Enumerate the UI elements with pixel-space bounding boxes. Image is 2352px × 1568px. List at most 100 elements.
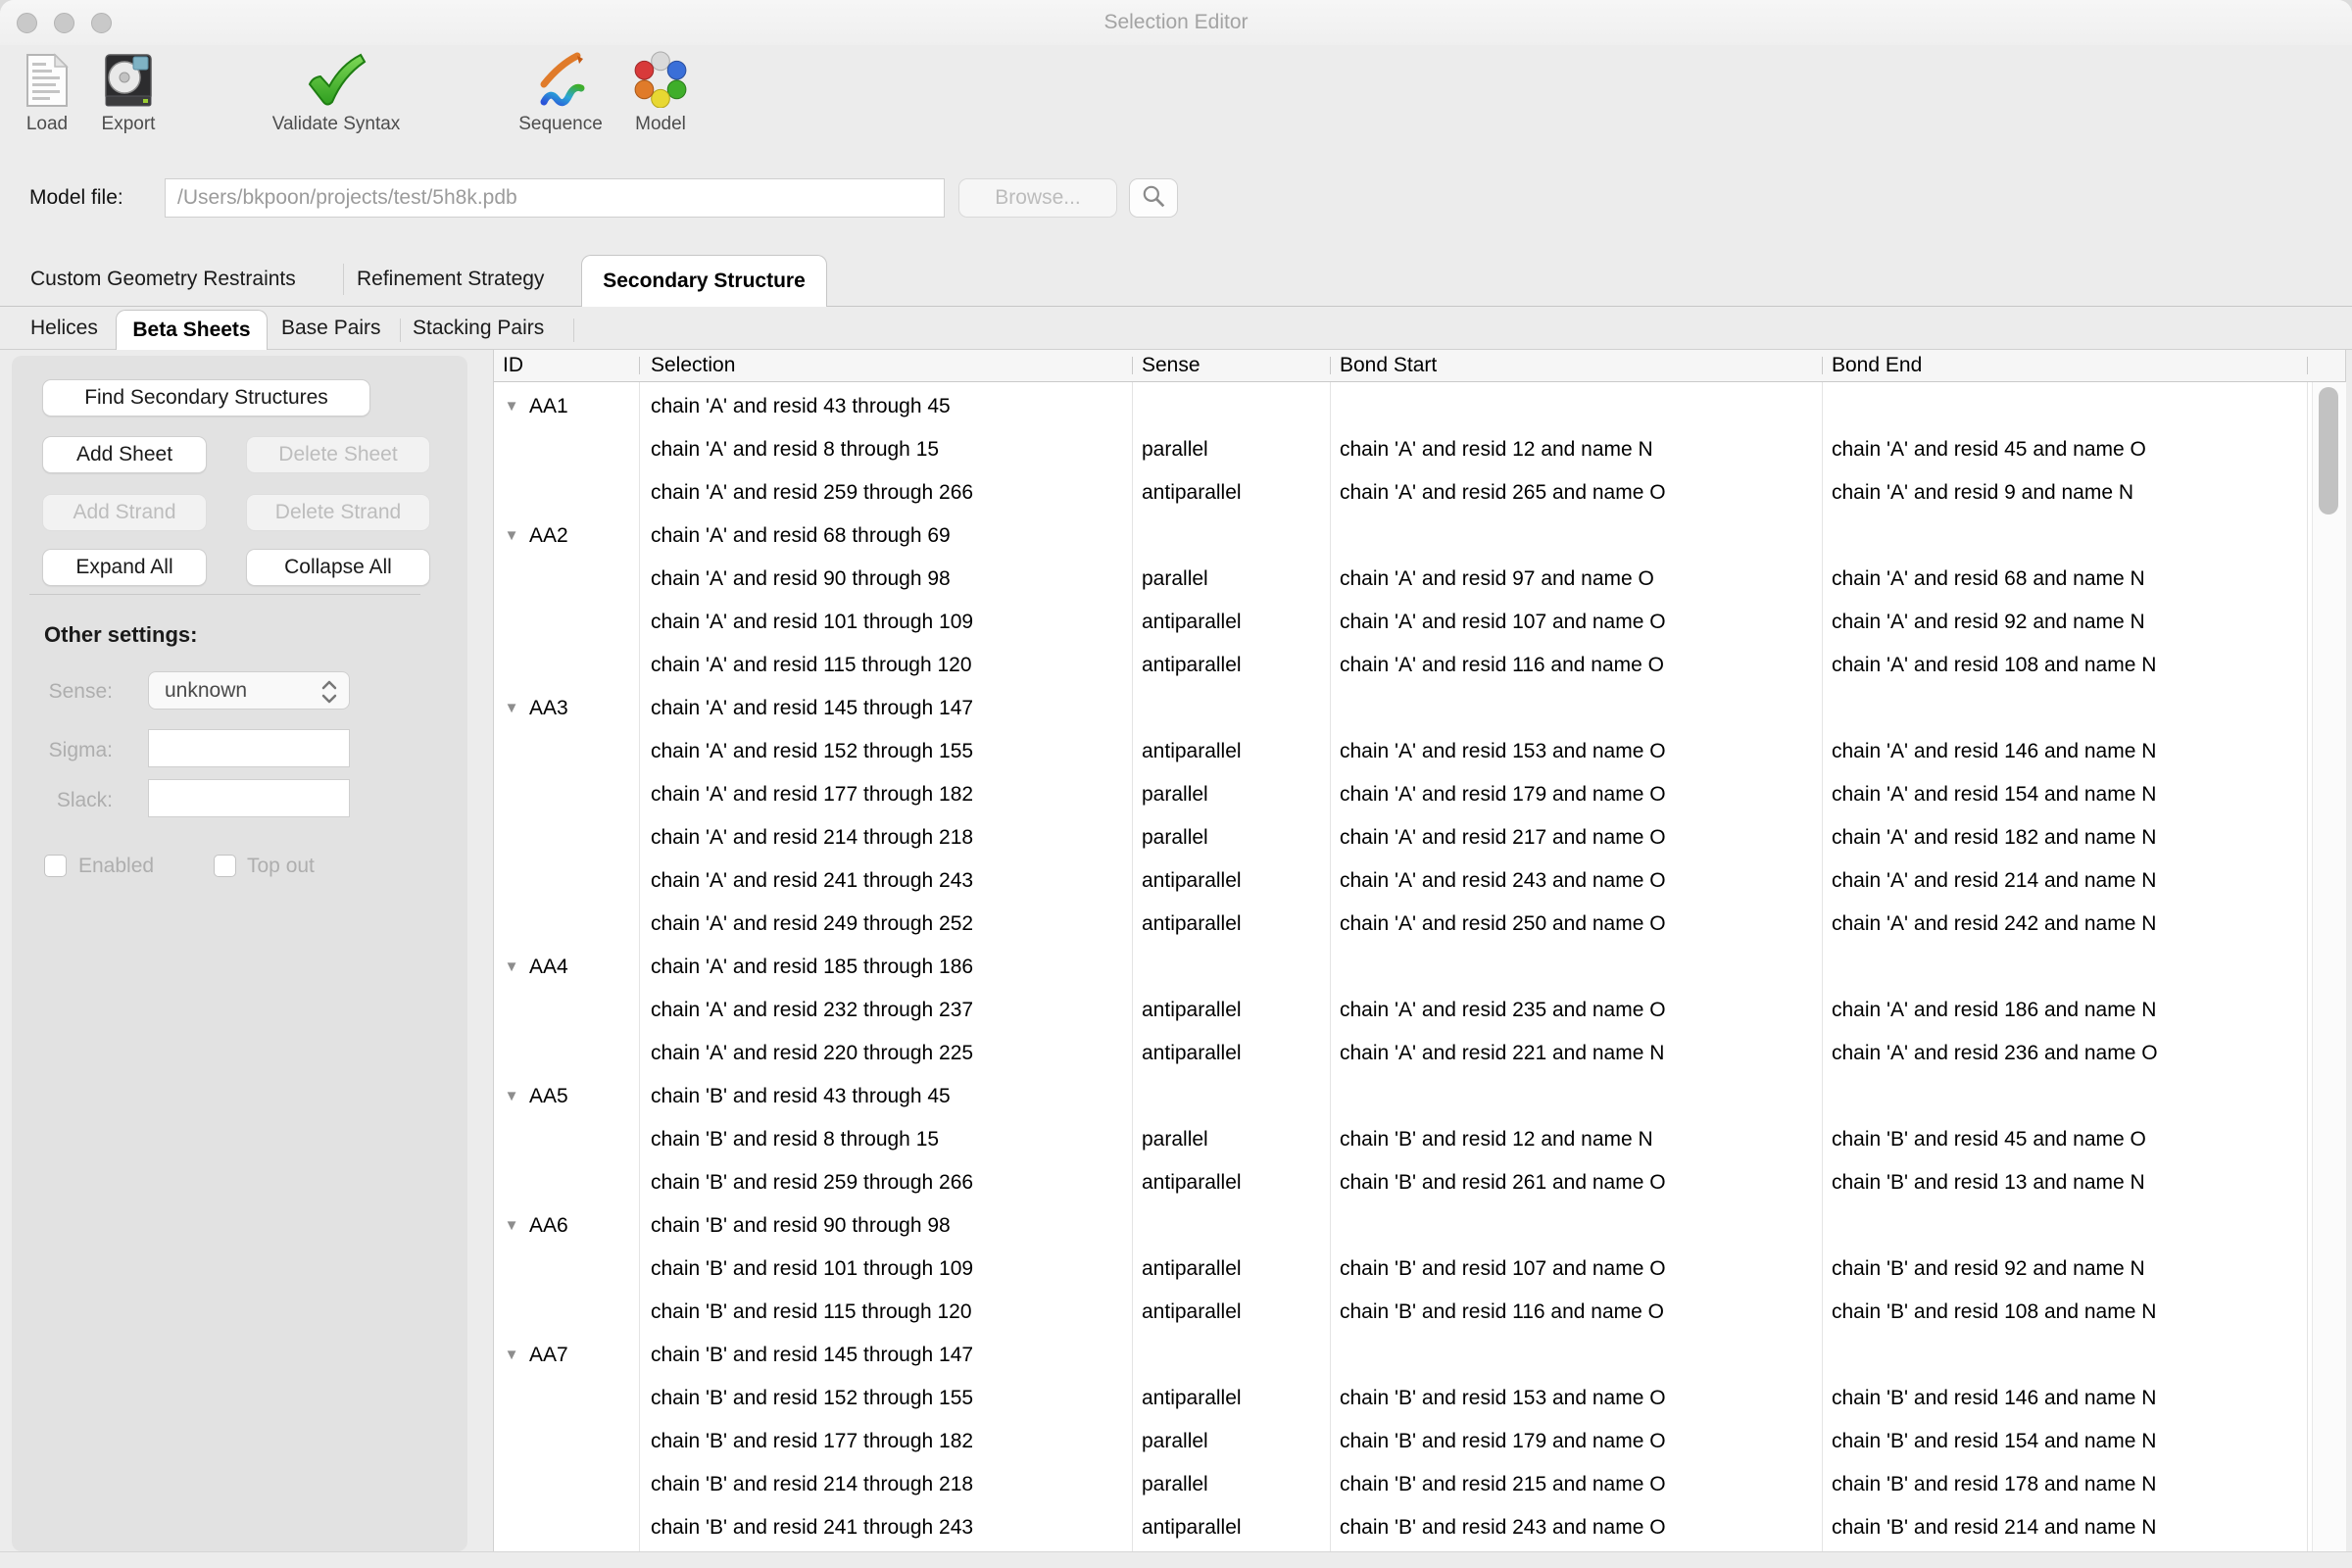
sequence-button-label: Sequence [518, 114, 603, 135]
sheet-selection: chain 'B' and resid 90 through 98 [651, 1204, 951, 1248]
strand-selection: chain 'B' and resid 259 through 266 [651, 1161, 973, 1204]
strand-selection: chain 'A' and resid 241 through 243 [651, 859, 973, 903]
column-header-id[interactable]: ID [503, 350, 523, 381]
strand-bond-start: chain 'A' and resid 217 and name O [1340, 816, 1666, 859]
top-out-checkbox[interactable] [214, 855, 236, 877]
disclosure-triangle-icon[interactable]: ▼ [500, 514, 523, 558]
strand-row[interactable]: chain 'A' and resid 177 through 182paral… [494, 773, 2307, 816]
model-file-label: Model file: [29, 178, 123, 218]
tab-custom-geometry-restraints[interactable]: Custom Geometry Restraints [30, 252, 296, 306]
strand-sense: antiparallel [1142, 1161, 1242, 1204]
strand-row[interactable]: chain 'B' and resid 214 through 218 paral… [494, 1463, 2307, 1506]
disclosure-triangle-icon[interactable]: ▼ [500, 687, 523, 730]
strand-row[interactable]: chain 'A' and resid 241 through 243antip… [494, 859, 2307, 903]
strand-selection: chain 'A' and resid 220 through 225 [651, 1032, 973, 1075]
strand-row[interactable]: chain 'B' and resid 177 through 182paral… [494, 1420, 2307, 1463]
strand-bond-end: chain 'B' and resid 13 and name N [1832, 1161, 2145, 1204]
column-header-bond-end[interactable]: Bond End [1832, 350, 1922, 381]
strand-sense: parallel [1142, 1463, 1208, 1506]
strand-row[interactable]: chain 'A' and resid 249 through 252antip… [494, 903, 2307, 946]
export-button[interactable]: Export [94, 51, 163, 135]
sheet-group-row[interactable]: ▼AA1chain 'A' and resid 43 through 45 [494, 385, 2307, 428]
sigma-label: Sigma: [20, 739, 113, 762]
strand-bond-start: chain 'A' and resid 179 and name O [1340, 773, 1666, 816]
add-sheet-button[interactable]: Add Sheet [42, 436, 207, 473]
strand-row[interactable]: chain 'B' and resid 152 through 155antip… [494, 1377, 2307, 1420]
strand-row[interactable]: chain 'A' and resid 232 through 237antip… [494, 989, 2307, 1032]
strand-row[interactable]: chain 'A' and resid 90 through 98paralle… [494, 558, 2307, 601]
strand-row[interactable]: chain 'A' and resid 220 through 225antip… [494, 1032, 2307, 1075]
vertical-scrollbar-thumb[interactable] [2319, 387, 2338, 514]
search-button[interactable] [1129, 178, 1178, 218]
strand-row[interactable]: chain 'B' and resid 241 through 243antip… [494, 1506, 2307, 1549]
strand-bond-start: chain 'A' and resid 116 and name O [1340, 644, 1664, 687]
strand-row[interactable]: chain 'A' and resid 214 through 218paral… [494, 816, 2307, 859]
sheet-group-row[interactable]: ▼AA4chain 'A' and resid 185 through 186 [494, 946, 2307, 989]
sheet-group-row[interactable]: ▼AA5chain 'B' and resid 43 through 45 [494, 1075, 2307, 1118]
sheet-group-row[interactable]: ▼AA2chain 'A' and resid 68 through 69 [494, 514, 2307, 558]
validate-syntax-button[interactable]: Validate Syntax [282, 51, 390, 135]
strand-bond-end: chain 'A' and resid 146 and name N [1832, 730, 2156, 773]
disclosure-triangle-icon[interactable]: ▼ [500, 1334, 523, 1377]
sheet-selection: chain 'A' and resid 68 through 69 [651, 514, 951, 558]
strand-selection: chain 'B' and resid 214 through 218 [651, 1463, 973, 1506]
header-divider [1330, 357, 1331, 374]
strand-row[interactable]: chain 'A' and resid 8 through 15parallel… [494, 428, 2307, 471]
strand-selection: chain 'A' and resid 115 through 120 [651, 644, 972, 687]
strand-bond-start: chain 'A' and resid 153 and name O [1340, 730, 1666, 773]
tab-secondary-structure[interactable]: Secondary Structure [581, 255, 827, 307]
panel-divider [29, 594, 420, 595]
strand-row[interactable]: chain 'B' and resid 101 through 109antip… [494, 1248, 2307, 1291]
collapse-all-button[interactable]: Collapse All [246, 549, 430, 586]
tab-separator [573, 318, 574, 342]
strand-sense: antiparallel [1142, 1248, 1242, 1291]
enabled-checkbox-label: Enabled [78, 855, 154, 878]
strand-row[interactable]: chain 'A' and resid 101 through 109antip… [494, 601, 2307, 644]
tab-base-pairs[interactable]: Base Pairs [281, 307, 381, 349]
find-secondary-structures-button[interactable]: Find Secondary Structures [42, 379, 370, 416]
beta-sheets-table: ID Selection Sense Bond Start Bond End ▼… [493, 349, 2346, 1552]
sequence-button[interactable]: Sequence [519, 51, 602, 135]
disclosure-triangle-icon[interactable]: ▼ [500, 1204, 523, 1248]
column-header-sense[interactable]: Sense [1142, 350, 1200, 381]
tab-beta-sheets[interactable]: Beta Sheets [116, 310, 268, 350]
strand-bond-end: chain 'B' and resid 214 and name N [1832, 1506, 2156, 1549]
tab-refinement-strategy[interactable]: Refinement Strategy [357, 252, 544, 306]
table-header: ID Selection Sense Bond Start Bond End [494, 350, 2345, 382]
tab-stacking-pairs[interactable]: Stacking Pairs [413, 307, 544, 349]
column-header-bond-start[interactable]: Bond Start [1340, 350, 1437, 381]
strand-row[interactable]: chain 'A' and resid 152 through 155antip… [494, 730, 2307, 773]
slack-input[interactable] [148, 779, 350, 817]
enabled-checkbox[interactable] [44, 855, 67, 877]
strand-row[interactable]: chain 'B' and resid 8 through 15parallel… [494, 1118, 2307, 1161]
strand-row[interactable]: chain 'A' and resid 259 through 266antip… [494, 471, 2307, 514]
vertical-scrollbar-track[interactable] [2312, 382, 2346, 1552]
model-button[interactable]: Model [623, 51, 698, 135]
load-button[interactable]: Load [16, 51, 78, 135]
tab-helices[interactable]: Helices [30, 307, 98, 349]
browse-button[interactable]: Browse... [958, 178, 1117, 218]
sheet-group-row[interactable]: ▼AA7chain 'B' and resid 145 through 147 [494, 1334, 2307, 1377]
sheet-id: AA7 [529, 1334, 568, 1377]
strand-selection: chain 'B' and resid 8 through 15 [651, 1118, 939, 1161]
disclosure-triangle-icon[interactable]: ▼ [500, 1075, 523, 1118]
column-header-selection[interactable]: Selection [651, 350, 735, 381]
strand-selection: chain 'B' and resid 177 through 182 [651, 1420, 973, 1463]
sigma-input[interactable] [148, 729, 350, 767]
strand-row[interactable]: chain 'B' and resid 259 through 266 antip… [494, 1161, 2307, 1204]
strand-row[interactable]: chain 'A' and resid 115 through 120antip… [494, 644, 2307, 687]
strand-row[interactable]: chain 'B' and resid 115 through 120antip… [494, 1291, 2307, 1334]
sheet-id: AA3 [529, 687, 568, 730]
disclosure-triangle-icon[interactable]: ▼ [500, 385, 523, 428]
title-bar: Selection Editor [0, 0, 2352, 45]
model-file-input[interactable] [165, 178, 945, 218]
disclosure-triangle-icon[interactable]: ▼ [500, 946, 523, 989]
strand-bond-end: chain 'B' and resid 108 and name N [1832, 1291, 2156, 1334]
sheet-group-row[interactable]: ▼AA6chain 'B' and resid 90 through 98 [494, 1204, 2307, 1248]
sense-dropdown[interactable]: unknown [148, 671, 350, 710]
strand-selection: chain 'A' and resid 90 through 98 [651, 558, 951, 601]
sheet-group-row[interactable]: ▼AA3chain 'A' and resid 145 through 147 [494, 687, 2307, 730]
expand-all-button[interactable]: Expand All [42, 549, 207, 586]
strand-bond-end: chain 'A' and resid 45 and name O [1832, 428, 2146, 471]
strand-selection: chain 'A' and resid 232 through 237 [651, 989, 973, 1032]
